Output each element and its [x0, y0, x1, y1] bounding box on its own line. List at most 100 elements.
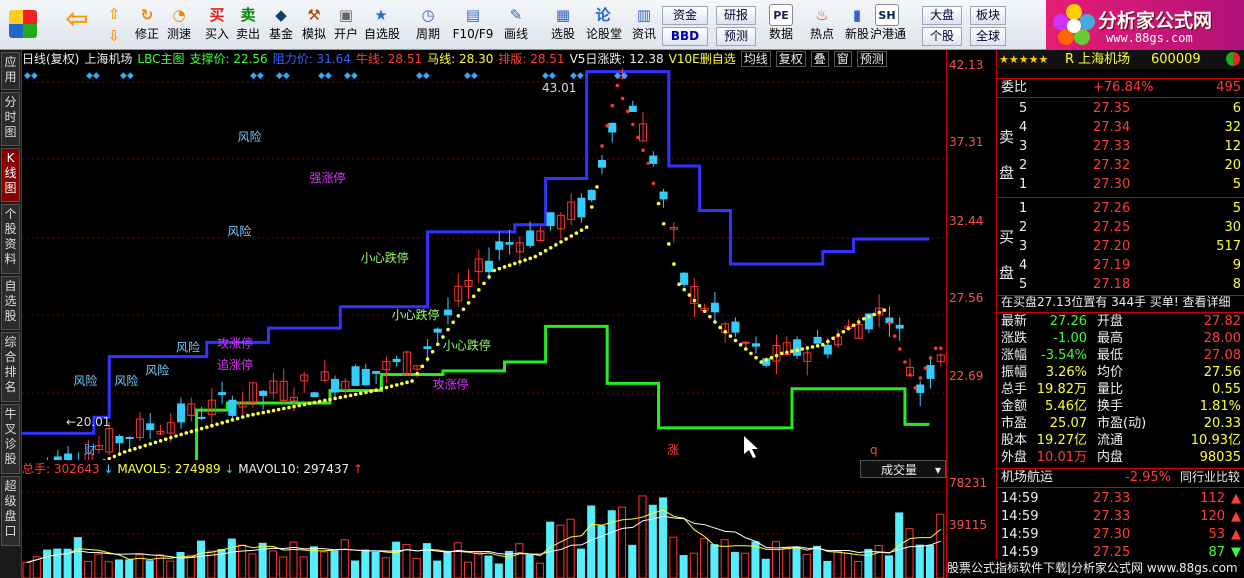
toolbar-fund-flow-button[interactable]: 资金 [662, 6, 708, 25]
stat-value: 27.56 [1203, 365, 1241, 380]
ma-dot [471, 294, 476, 299]
pencil-icon: ✎ [509, 6, 523, 24]
left-tab-1[interactable]: 分时图 [1, 92, 20, 146]
ma-dot [636, 135, 640, 140]
header-btn-3[interactable]: 窗 [833, 51, 852, 67]
ma-dot [559, 240, 563, 244]
header-btn-1[interactable]: 复权 [775, 51, 806, 67]
volume-bar [802, 553, 811, 578]
event-marker[interactable]: 财 [84, 443, 96, 457]
ma-dot [235, 416, 240, 421]
ma-dot [933, 346, 938, 350]
header-btn-4[interactable]: 预测 [856, 51, 887, 67]
info-diamond-icon[interactable]: ◆◆ [250, 71, 264, 81]
ma-dot [672, 262, 676, 266]
toolbar-bbd-button[interactable]: BBD [662, 27, 708, 46]
toolbar-research-button[interactable]: 研报 [716, 6, 756, 25]
info-diamond-icon[interactable]: ◆◆ [318, 71, 332, 81]
info-diamond-icon[interactable]: ◆◆ [542, 71, 556, 81]
ma-dot [856, 320, 861, 324]
tick-price: 27.30 [1093, 527, 1131, 542]
info-diamond-icon[interactable]: ◆◆ [24, 71, 38, 81]
page-up-button[interactable]: ⇧ ⇩ [102, 2, 126, 48]
compare-link[interactable]: 同行业比较 [1180, 468, 1240, 487]
news-button[interactable]: ▥ 资讯 [627, 2, 661, 48]
sellbox-price: 27.30 [1093, 177, 1131, 192]
back-button[interactable]: ⇦ [58, 2, 96, 48]
ma-dot [759, 360, 763, 364]
clock-button[interactable]: ◷ 周期 [411, 2, 445, 48]
lun-button[interactable]: 论论股堂 [586, 2, 622, 48]
candle-body [197, 416, 206, 419]
stat-label: 振幅 [1001, 365, 1028, 380]
volume-chart[interactable] [22, 478, 946, 578]
app-logo-icon[interactable] [2, 2, 44, 48]
left-tab-6[interactable]: 牛叉诊股 [1, 404, 20, 474]
f10-icon: ▤ [465, 6, 481, 24]
star-button[interactable]: ★ 自选股 [364, 2, 400, 48]
hk-button[interactable]: SH 沪港通 [870, 2, 906, 48]
newstock-button[interactable]: ▮ 新股 [840, 2, 874, 48]
buy-button[interactable]: 买买入 [200, 2, 234, 48]
ma-dot [867, 314, 871, 319]
info-diamond-icon[interactable]: ◆◆ [570, 71, 584, 81]
info-diamond-icon[interactable]: ◆◆ [120, 71, 134, 81]
info-diamond-icon[interactable]: ◆◆ [464, 71, 478, 81]
candle-body [310, 392, 319, 398]
toolbar-market-button[interactable]: 大盘 [922, 6, 962, 25]
period-label[interactable]: 日线(复权) [22, 52, 79, 66]
fire-button[interactable]: ♨ 热点 [805, 2, 839, 48]
ma-dot [754, 355, 758, 360]
toolbar-stock-button[interactable]: 个股 [922, 27, 962, 46]
hammer-button[interactable]: ⚒ 模拟 [297, 2, 331, 48]
kline-chart[interactable]: 风险强涨停小心跌停攻涨停追涨停风险风险小心跌停攻涨停小心跌停风险 风险风险43.0… [22, 68, 946, 460]
left-tab-7[interactable]: 超级盘口 [1, 476, 20, 546]
volume-bar [53, 548, 62, 578]
left-tab-3[interactable]: 个股资料 [1, 204, 20, 274]
lock-button[interactable]: ▣ 开户 [329, 2, 363, 48]
header-btn-2[interactable]: 叠 [810, 51, 829, 67]
candle-body [546, 212, 555, 226]
screen-button[interactable]: ▦ 选股 [546, 2, 580, 48]
refresh-button[interactable]: ↻ 修正 [132, 2, 162, 48]
ma-dot [939, 346, 943, 350]
stat-label: 最低 [1097, 348, 1124, 363]
toolbar-sector-button[interactable]: 板块 [970, 6, 1006, 25]
toolbar-forecast-button[interactable]: 预测 [716, 27, 756, 46]
ma-dot [148, 442, 153, 446]
sell-button[interactable]: 卖卖出 [231, 2, 265, 48]
ma-dot [836, 333, 840, 337]
left-tab-4[interactable]: 自选股 [1, 276, 20, 330]
sellbox-price: 27.35 [1093, 101, 1131, 116]
volume-bar [607, 510, 616, 578]
stat-value: 3.26% [1045, 365, 1087, 380]
big-order-notice[interactable]: 在买盘27.13位置有 344手 买单! 查看详细 [997, 293, 1244, 312]
info-diamond-icon[interactable]: ◆◆ [416, 71, 430, 81]
main-indicator[interactable]: LBC主图 [137, 52, 184, 66]
event-marker[interactable]: 涨 [667, 442, 679, 457]
indicator-select[interactable]: 成交量 ▾ [860, 460, 946, 478]
ma-dot [461, 307, 466, 312]
info-diamond-icon[interactable]: ◆◆ [344, 71, 358, 81]
f10-button[interactable]: ▤ F10/F9 [450, 2, 496, 48]
left-tab-2[interactable]: K线图 [1, 148, 20, 202]
left-tab-0[interactable]: 应用 [1, 52, 20, 90]
pe-button[interactable]: PE 数据 [764, 2, 798, 48]
fund-button[interactable]: ◆ 基金 [264, 2, 298, 48]
logo-url: www.88gs.com [1106, 31, 1193, 45]
quote-title-row: ★★★★★ R 上海机场 600009 [997, 50, 1244, 69]
speed-button[interactable]: ◔ 测速 [164, 2, 194, 48]
header-btn-0[interactable]: 均线 [740, 51, 771, 67]
left-tab-5[interactable]: 综合排名 [1, 332, 20, 402]
pencil-button[interactable]: ✎ 画线 [499, 2, 533, 48]
vol-tick-1: 39115 [949, 518, 988, 532]
info-diamond-icon[interactable]: ◆◆ [614, 71, 628, 81]
event-marker[interactable]: q [870, 443, 878, 457]
info-diamond-icon[interactable]: ◆◆ [276, 71, 290, 81]
toolbar-global-button[interactable]: 全球 [970, 27, 1006, 46]
stat-value: 25.07 [1049, 416, 1087, 431]
candle-body [926, 365, 935, 379]
ma-dot [569, 234, 574, 238]
pie-icon[interactable] [1226, 52, 1240, 66]
info-diamond-icon[interactable]: ◆◆ [86, 71, 100, 81]
